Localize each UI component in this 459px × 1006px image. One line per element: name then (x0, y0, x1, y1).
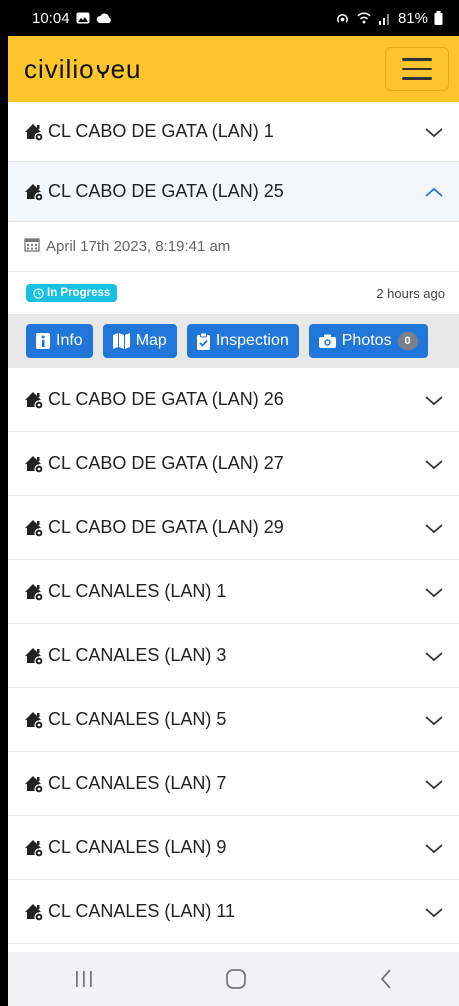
house-settings-icon (24, 518, 44, 538)
clock-icon (33, 287, 44, 299)
list-item[interactable]: CL CANALES (LAN) 7 (8, 752, 459, 816)
status-text: In Progress (47, 287, 111, 299)
map-button[interactable]: Map (102, 324, 177, 358)
list-item-title: CL CABO DE GATA (LAN) 27 (48, 453, 284, 473)
home-icon[interactable] (225, 968, 247, 990)
menu-bar (402, 77, 432, 80)
menu-bar (402, 67, 432, 71)
house-settings-icon (24, 390, 44, 410)
chevron-down-icon[interactable] (423, 709, 445, 731)
list-item-title: CL CABO DE GATA (LAN) 26 (48, 389, 284, 409)
back-icon[interactable] (378, 968, 394, 990)
item-date: April 17th 2023, 8:19:41 am (46, 238, 231, 255)
app-header: civilio eu (8, 36, 459, 102)
chevron-down-icon[interactable] (423, 773, 445, 795)
chevron-up-icon[interactable] (423, 181, 445, 203)
status-badge: In Progress (26, 284, 118, 302)
logo-mark-icon (96, 62, 110, 85)
list-item[interactable]: CL CANALES (LAN) 5 (8, 688, 459, 752)
property-list: CL CABO DE GATA (LAN) 1 CL CABO DE GATA … (8, 102, 459, 944)
list-item-title: CL CANALES (LAN) 9 (48, 837, 227, 857)
chevron-down-icon[interactable] (423, 901, 445, 923)
inspection-button-label: Inspection (215, 332, 289, 349)
recent-apps-icon[interactable] (73, 969, 95, 989)
menu-bar (402, 58, 432, 61)
house-settings-icon (24, 182, 44, 202)
house-settings-icon (24, 774, 44, 794)
info-button-label: Info (56, 332, 83, 349)
gallery-icon (76, 12, 90, 24)
date-line: April 17th 2023, 8:19:41 am (8, 222, 459, 272)
map-button-label: Map (135, 332, 167, 349)
signal-icon (378, 12, 392, 25)
phone-screen: 10:04 81% civilio eu CL CABO DE GATA (LA… (8, 0, 459, 1006)
list-item-title: CL CANALES (LAN) 5 (48, 709, 227, 729)
photos-button[interactable]: Photos 0 (308, 324, 428, 358)
status-bar: 10:04 81% (8, 0, 459, 36)
battery-icon (434, 11, 443, 25)
app-logo[interactable]: civilio eu (24, 54, 142, 85)
house-settings-icon (24, 582, 44, 602)
list-item[interactable]: CL CABO DE GATA (LAN) 1 (8, 102, 459, 162)
chevron-down-icon[interactable] (423, 121, 445, 143)
list-items-bottom: CL CABO DE GATA (LAN) 26 CL CABO DE GATA … (8, 368, 459, 944)
list-item-title: CL CABO DE GATA (LAN) 25 (48, 181, 284, 201)
list-item[interactable]: CL CANALES (LAN) 11 (8, 880, 459, 944)
camera-icon (318, 334, 336, 348)
chevron-down-icon[interactable] (423, 453, 445, 475)
chevron-down-icon[interactable] (423, 517, 445, 539)
list-item[interactable]: CL CANALES (LAN) 1 (8, 560, 459, 624)
clipboard-check-icon (196, 332, 210, 350)
cloud-icon (96, 13, 112, 24)
list-item-title: CL CANALES (LAN) 11 (48, 901, 236, 921)
clock: 10:04 (32, 9, 70, 27)
list-item-title: CL CANALES (LAN) 1 (48, 581, 227, 601)
list-item[interactable]: CL CABO DE GATA (LAN) 29 (8, 496, 459, 560)
list-item-title: CL CANALES (LAN) 3 (48, 645, 227, 665)
house-settings-icon (24, 454, 44, 474)
list-item[interactable]: CL CABO DE GATA (LAN) 26 (8, 368, 459, 432)
list-item-title: CL CANALES (LAN) 7 (48, 773, 227, 793)
inspection-button[interactable]: Inspection (186, 324, 299, 358)
logo-text-right: eu (110, 53, 142, 84)
chevron-down-icon[interactable] (423, 389, 445, 411)
hamburger-menu-button[interactable] (385, 47, 449, 91)
chevron-down-icon[interactable] (423, 837, 445, 859)
list-item-title: CL CABO DE GATA (LAN) 29 (48, 517, 284, 537)
logo-text-left: civilio (24, 53, 95, 84)
photos-button-label: Photos (341, 332, 392, 349)
action-button-bar: Info Map Inspection Photos 0 (8, 314, 459, 368)
info-button[interactable]: Info (26, 324, 93, 358)
list-item-title: CL CABO DE GATA (LAN) 1 (48, 121, 274, 141)
chevron-down-icon[interactable] (423, 645, 445, 667)
wifi-calling-icon (356, 11, 372, 26)
list-item[interactable]: CL CABO DE GATA (LAN) 27 (8, 432, 459, 496)
house-settings-icon (24, 646, 44, 666)
list-item[interactable]: CL CANALES (LAN) 9 (8, 816, 459, 880)
house-settings-icon (24, 838, 44, 858)
map-icon (112, 333, 130, 349)
photos-count-badge: 0 (397, 332, 418, 350)
list-item-expanded[interactable]: CL CABO DE GATA (LAN) 25 (8, 162, 459, 222)
relative-time: 2 hours ago (376, 285, 445, 301)
system-nav-bar (8, 952, 459, 1006)
list-item[interactable]: CL CANALES (LAN) 3 (8, 624, 459, 688)
house-settings-icon (24, 710, 44, 730)
expanded-panel: April 17th 2023, 8:19:41 am In Progress … (8, 222, 459, 368)
house-settings-icon (24, 902, 44, 922)
chevron-down-icon[interactable] (423, 581, 445, 603)
status-line: In Progress 2 hours ago (8, 272, 459, 314)
calendar-icon (24, 237, 40, 256)
battery-level: 81% (397, 9, 428, 27)
info-icon (36, 333, 50, 349)
hotspot-icon (335, 11, 350, 26)
house-settings-icon (24, 122, 44, 142)
